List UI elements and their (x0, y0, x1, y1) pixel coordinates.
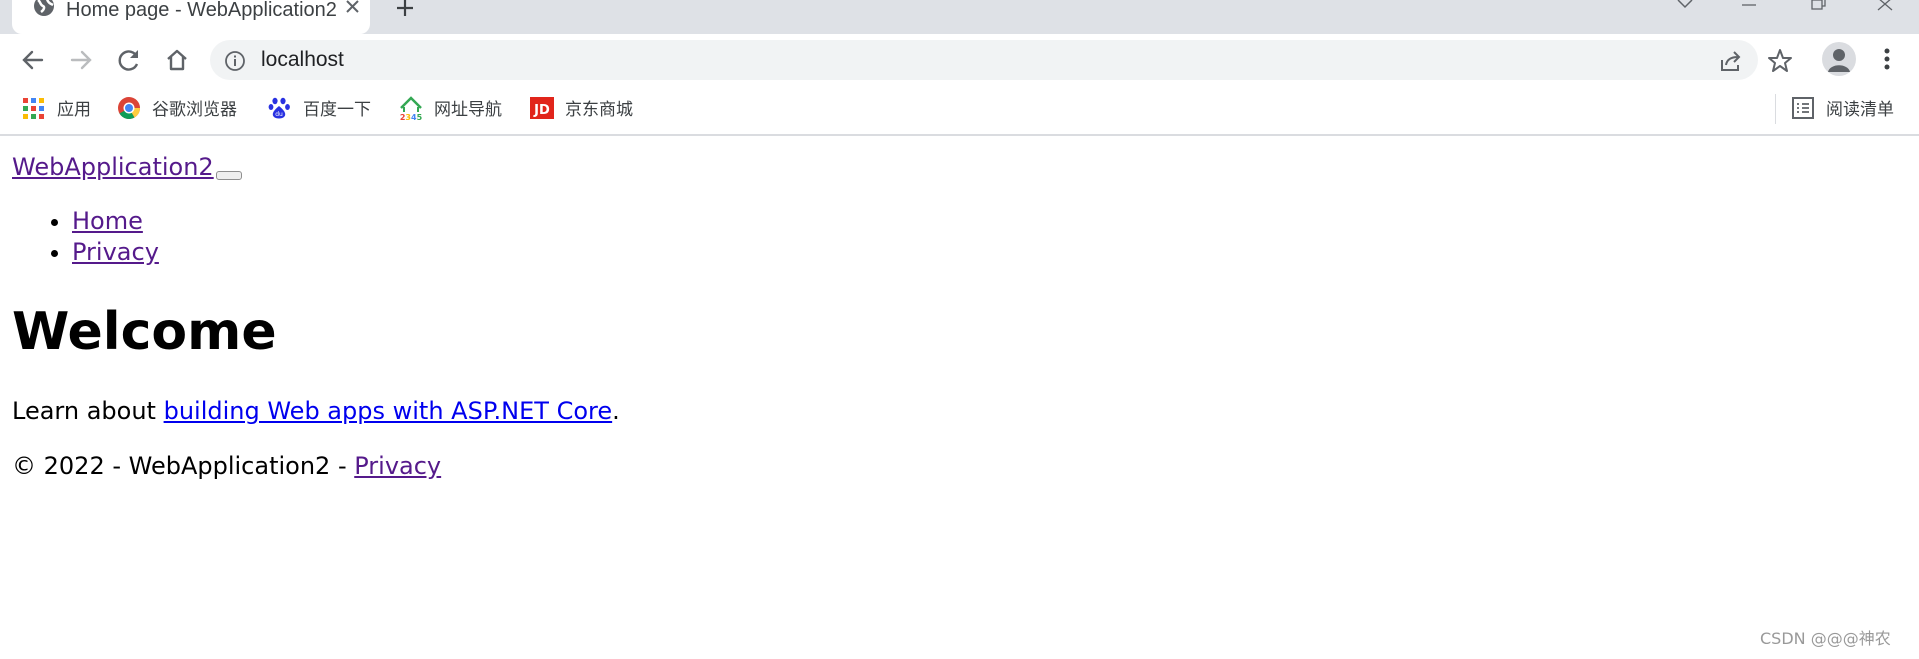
baidu-paw-icon: du (268, 96, 292, 122)
2345-nav-icon: 2345 (399, 96, 423, 122)
page-heading: Welcome (12, 302, 277, 362)
svg-text:du: du (275, 111, 283, 118)
page-footer: © 2022 - WebApplication2 - Privacy (12, 449, 441, 483)
nav-list: Home Privacy (72, 206, 159, 268)
chevron-down-icon[interactable] (1670, 0, 1700, 14)
nav-item-privacy: Privacy (72, 237, 159, 268)
bookmark-label: 京东商城 (565, 100, 633, 120)
tab-title: Home page - WebApplication2 (66, 0, 336, 21)
learn-paragraph: Learn about building Web apps with ASP.N… (12, 394, 620, 428)
aspnet-docs-link[interactable]: building Web apps with ASP.NET Core (164, 397, 613, 425)
address-bar[interactable]: localhost (210, 40, 1792, 80)
svg-text:JD: JD (533, 103, 550, 118)
bookmark-label: 应用 (57, 100, 91, 120)
new-tab-plus-icon[interactable] (388, 0, 422, 22)
bookmarks-bar: 应用 谷歌浏览器 du 百度一下 2345 网址导航 JD 京东商城 阅读清单 (0, 84, 1919, 136)
bookmarks-separator (1775, 94, 1776, 124)
bookmark-label: 谷歌浏览器 (152, 100, 237, 120)
footer-privacy-link[interactable]: Privacy (354, 452, 441, 480)
reading-list-label: 阅读清单 (1826, 100, 1894, 120)
tab-strip: Home page - WebApplication2 (0, 0, 1919, 34)
window-close-icon[interactable] (1870, 0, 1900, 14)
jd-icon: JD (530, 96, 554, 122)
svg-text:2345: 2345 (400, 113, 423, 122)
copyright-text: © 2022 - WebApplication2 - (12, 452, 355, 480)
nav-link-privacy[interactable]: Privacy (72, 238, 159, 266)
nav-link-home[interactable]: Home (72, 207, 143, 235)
globe-icon (32, 0, 56, 22)
star-icon[interactable] (1766, 47, 1794, 75)
bookmark-label: 网址导航 (434, 100, 502, 120)
watermark: CSDN @@@神农 (1760, 629, 1891, 648)
back-arrow-icon[interactable] (15, 42, 51, 78)
learn-prefix: Learn about (12, 397, 164, 425)
brand-link[interactable]: WebApplication2 (12, 152, 214, 182)
navbar-toggler-button[interactable] (216, 171, 242, 180)
forward-arrow-icon[interactable] (63, 42, 99, 78)
info-icon[interactable] (224, 50, 246, 72)
restore-icon[interactable] (1803, 0, 1833, 14)
reload-icon[interactable] (111, 42, 147, 78)
more-vertical-icon[interactable] (1873, 42, 1901, 78)
home-icon[interactable] (159, 42, 195, 78)
apps-grid-icon (22, 96, 46, 122)
browser-toolbar: localhost (0, 34, 1919, 84)
share-icon[interactable] (1718, 48, 1744, 74)
learn-suffix: . (612, 397, 620, 425)
close-icon[interactable] (342, 0, 364, 20)
minimize-icon[interactable] (1734, 0, 1764, 14)
web-page: WebApplication2 Home Privacy Welcome Lea… (0, 138, 1919, 659)
nav-item-home: Home (72, 206, 159, 237)
browser-tab-active[interactable]: Home page - WebApplication2 (12, 0, 370, 34)
bookmark-label: 百度一下 (303, 100, 371, 120)
reading-list-icon (1791, 96, 1815, 122)
address-text[interactable]: localhost (261, 49, 344, 71)
profile-icon[interactable] (1822, 42, 1856, 76)
chrome-icon (117, 96, 141, 122)
